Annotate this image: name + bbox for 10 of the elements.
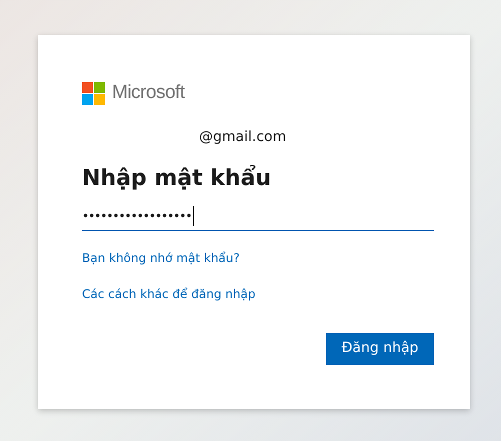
password-field[interactable]: •••••••••••••••••• [82,202,434,230]
account-email: @gmail.com [199,128,286,144]
text-link[interactable]: Bạn không nhớ mật khẩu? [82,248,240,266]
password-value: •••••••••••••••••• [82,208,192,225]
logo-icon [82,82,105,105]
sign-in-button[interactable]: Đăng nhập [326,332,434,364]
text-caret [193,206,194,226]
logo-text: Microsoft [112,81,185,105]
text-link[interactable]: Các cách khác để đăng nhập [82,284,256,302]
page-title: Nhập mật khẩu [82,164,272,192]
